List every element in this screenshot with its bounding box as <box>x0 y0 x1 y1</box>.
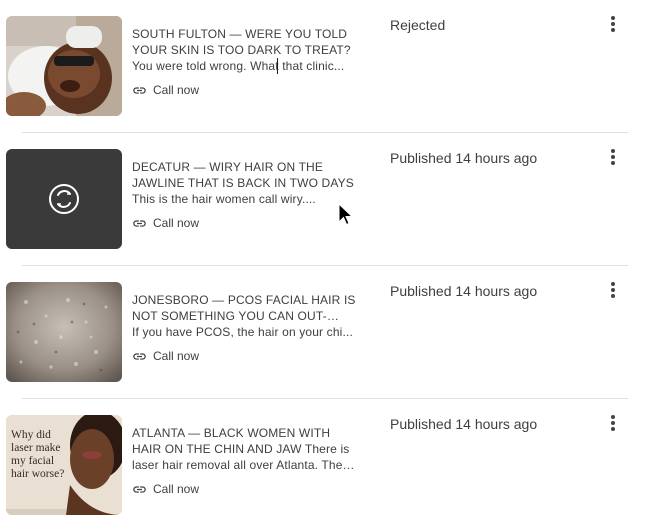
post-item[interactable]: Why did laser make my facial hair worse?… <box>0 399 660 532</box>
call-now-button[interactable]: Call now <box>132 481 199 497</box>
post-headline: DECATUR — WIRY HAIR ON THE JAWLINE THAT … <box>132 160 354 190</box>
post-text: SOUTH FULTON — WERE YOU TOLD YOUR SKIN I… <box>132 26 358 74</box>
more-options-button[interactable] <box>602 278 624 302</box>
more-vert-icon <box>611 16 615 32</box>
call-now-label: Call now <box>153 83 200 97</box>
post-item[interactable]: DECATUR — WIRY HAIR ON THE JAWLINE THAT … <box>0 133 660 266</box>
post-thumbnail[interactable] <box>6 16 122 116</box>
post-status: Published 14 hours ago <box>390 416 538 432</box>
post-item[interactable]: JONESBORO — PCOS FACIAL HAIR IS NOT SOME… <box>0 266 660 399</box>
post-text: DECATUR — WIRY HAIR ON THE JAWLINE THAT … <box>132 159 358 207</box>
thumbnail-caption: Why did laser make my facial hair worse? <box>11 429 65 480</box>
post-summary: This is the hair women call wiry.... <box>132 192 316 206</box>
post-status: Rejected <box>390 17 446 33</box>
post-thumbnail[interactable] <box>6 282 122 382</box>
post-status: Published 14 hours ago <box>390 283 538 299</box>
post-headline: JONESBORO — PCOS FACIAL HAIR IS NOT SOME… <box>132 293 356 323</box>
post-text: JONESBORO — PCOS FACIAL HAIR IS NOT SOME… <box>132 292 358 340</box>
call-now-button[interactable]: Call now <box>132 82 199 98</box>
post-text: ATLANTA — BLACK WOMEN WITH HAIR ON THE C… <box>132 425 358 473</box>
more-options-button[interactable] <box>602 145 624 169</box>
more-options-button[interactable] <box>602 411 624 435</box>
post-item[interactable]: SOUTH FULTON — WERE YOU TOLD YOUR SKIN I… <box>0 0 660 133</box>
call-now-label: Call now <box>153 216 200 230</box>
more-options-button[interactable] <box>602 12 624 36</box>
sync-icon <box>49 184 79 214</box>
link-icon <box>133 86 146 94</box>
more-vert-icon <box>611 149 615 165</box>
post-thumbnail[interactable]: Why did laser make my facial hair worse? <box>6 415 122 515</box>
post-summary: You were told wrong. What that clinic... <box>132 59 345 73</box>
mouse-cursor-icon <box>338 203 354 226</box>
text-caret <box>277 58 278 74</box>
link-icon <box>133 219 146 227</box>
skin-texture-image <box>6 282 122 382</box>
post-thumbnail[interactable] <box>6 149 122 249</box>
call-now-label: Call now <box>153 349 200 363</box>
link-icon <box>133 485 146 493</box>
post-status: Published 14 hours ago <box>390 150 538 166</box>
face-treatment-image <box>6 16 122 116</box>
call-now-label: Call now <box>153 482 200 496</box>
call-now-button[interactable]: Call now <box>132 348 199 364</box>
more-vert-icon <box>611 415 615 431</box>
post-headline: SOUTH FULTON — WERE YOU TOLD YOUR SKIN I… <box>132 27 351 57</box>
link-icon <box>133 352 146 360</box>
more-vert-icon <box>611 282 615 298</box>
post-headline: ATLANTA — BLACK WOMEN WITH HAIR ON THE C… <box>132 426 354 472</box>
call-now-button[interactable]: Call now <box>132 215 199 231</box>
post-summary: If you have PCOS, the hair on your chi..… <box>132 325 353 339</box>
